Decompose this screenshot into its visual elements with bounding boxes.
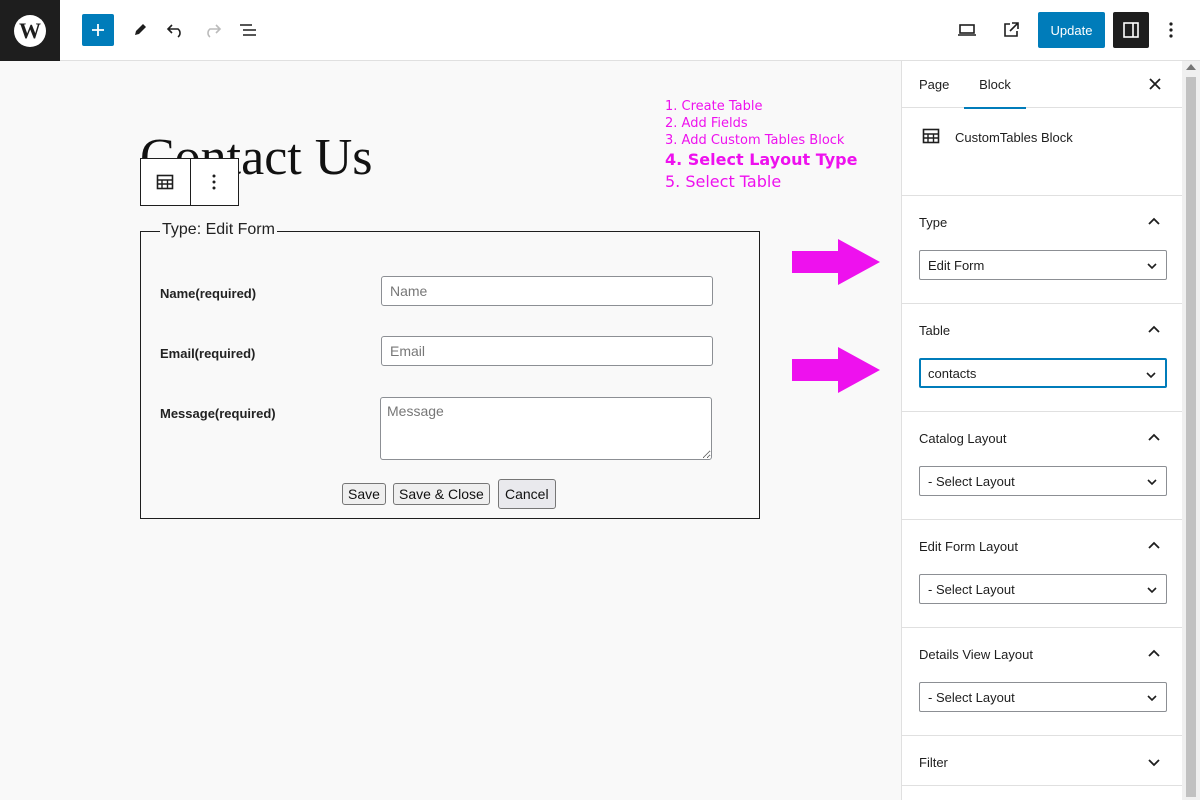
step-2: 2. Add Fields — [665, 116, 748, 131]
instruction-steps: 1. Create Table 2. Add Fields 3. Add Cus… — [665, 98, 857, 193]
form-legend: Type: Edit Form — [160, 221, 277, 239]
document-overview-button[interactable] — [232, 14, 264, 46]
step-5: 5. Select Table — [665, 172, 782, 191]
block-card: CustomTables Block — [902, 108, 1183, 196]
annotation-arrow-icon — [792, 239, 880, 285]
options-menu-button[interactable] — [1155, 14, 1187, 46]
table-icon — [156, 174, 174, 190]
chevron-up-icon[interactable] — [1147, 647, 1161, 661]
select-value: Edit Form — [928, 257, 985, 273]
chevron-down-icon — [1146, 372, 1156, 379]
table-select[interactable]: contacts — [919, 358, 1167, 388]
panel-details-view-layout: Details View Layout - Select Layout — [902, 628, 1183, 736]
select-value: - Select Layout — [928, 581, 1015, 597]
step-1: 1. Create Table — [665, 99, 763, 114]
chevron-up-icon[interactable] — [1147, 431, 1161, 445]
table-icon — [922, 128, 940, 144]
undo-button[interactable] — [160, 14, 192, 46]
chevron-down-icon[interactable] — [1147, 755, 1161, 769]
chevron-down-icon — [1147, 479, 1157, 486]
step-4: 4. Select Layout Type — [665, 150, 858, 169]
panel-title[interactable]: Edit Form Layout — [919, 539, 1018, 554]
more-vertical-icon — [212, 174, 216, 190]
sidebar-icon — [1123, 22, 1139, 38]
wordpress-logo-button[interactable]: W — [0, 0, 60, 61]
select-value: contacts — [928, 365, 977, 381]
redo-button[interactable] — [196, 14, 228, 46]
undo-icon — [166, 24, 181, 38]
block-type-button[interactable] — [141, 159, 190, 205]
external-link-icon — [1004, 22, 1019, 37]
type-select[interactable]: Edit Form — [919, 250, 1167, 280]
block-toolbar — [140, 158, 239, 206]
name-input[interactable] — [381, 276, 713, 306]
settings-sidebar-toggle[interactable] — [1113, 12, 1149, 48]
preview-button[interactable] — [951, 14, 983, 46]
close-sidebar-button[interactable] — [1145, 74, 1165, 94]
sidebar-scrollbar[interactable] — [1182, 61, 1200, 800]
list-view-icon — [240, 24, 256, 36]
wordpress-logo-icon: W — [14, 14, 46, 47]
edit-form-layout-select[interactable]: - Select Layout — [919, 574, 1167, 604]
view-post-button[interactable] — [995, 14, 1027, 46]
sidebar-tabs: Page Block — [902, 61, 1183, 109]
settings-sidebar: Page Block CustomTables Block Type Edit … — [901, 61, 1183, 800]
editor-top-bar: W Update — [0, 0, 1200, 61]
tab-page[interactable]: Page — [919, 61, 949, 108]
chevron-up-icon[interactable] — [1147, 539, 1161, 553]
edit-form-block[interactable] — [140, 231, 760, 519]
pencil-icon — [135, 24, 146, 35]
panel-filter: Filter — [902, 736, 1183, 786]
add-block-button[interactable] — [82, 14, 114, 46]
step-3: 3. Add Custom Tables Block — [665, 133, 845, 148]
panel-title[interactable]: Filter — [919, 755, 948, 770]
redo-icon — [207, 24, 222, 38]
select-value: - Select Layout — [928, 689, 1015, 705]
panel-title[interactable]: Details View Layout — [919, 647, 1033, 662]
catalog-layout-select[interactable]: - Select Layout — [919, 466, 1167, 496]
chevron-down-icon — [1147, 587, 1157, 594]
editor-canvas: Contact Us 1. Create Table 2. Add Fields… — [0, 61, 901, 800]
panel-catalog-layout: Catalog Layout - Select Layout — [902, 412, 1183, 520]
message-label: Message(required) — [160, 406, 276, 421]
panel-table: Table contacts — [902, 304, 1183, 412]
close-icon — [1149, 78, 1161, 90]
panel-title[interactable]: Type — [919, 215, 947, 230]
panel-edit-form-layout: Edit Form Layout - Select Layout — [902, 520, 1183, 628]
cancel-button[interactable]: Cancel — [498, 479, 556, 509]
scrollbar-thumb[interactable] — [1186, 77, 1196, 797]
panel-title[interactable]: Catalog Layout — [919, 431, 1006, 446]
tools-button[interactable] — [124, 14, 156, 46]
block-card-title: CustomTables Block — [955, 130, 1073, 145]
email-input[interactable] — [381, 336, 713, 366]
chevron-down-icon — [1147, 695, 1157, 702]
plus-icon — [92, 24, 104, 36]
save-button[interactable]: Save — [342, 483, 386, 505]
save-close-button[interactable]: Save & Close — [393, 483, 490, 505]
tab-block[interactable]: Block — [964, 61, 1026, 109]
annotation-arrow-icon — [792, 347, 880, 393]
update-button[interactable]: Update — [1038, 12, 1105, 48]
chevron-up-icon[interactable] — [1147, 215, 1161, 229]
desktop-icon — [958, 24, 976, 36]
email-label: Email(required) — [160, 346, 256, 361]
more-vertical-icon — [1169, 22, 1173, 38]
name-label: Name(required) — [160, 286, 257, 301]
scroll-up-icon[interactable] — [1186, 64, 1196, 70]
panel-type: Type Edit Form — [902, 196, 1183, 304]
chevron-down-icon — [1147, 263, 1157, 270]
block-options-button[interactable] — [189, 159, 239, 205]
tab-block-label: Block — [979, 77, 1011, 92]
panel-title[interactable]: Table — [919, 323, 950, 338]
message-textarea[interactable] — [380, 397, 712, 460]
chevron-up-icon[interactable] — [1147, 323, 1161, 337]
details-view-layout-select[interactable]: - Select Layout — [919, 682, 1167, 712]
select-value: - Select Layout — [928, 473, 1015, 489]
